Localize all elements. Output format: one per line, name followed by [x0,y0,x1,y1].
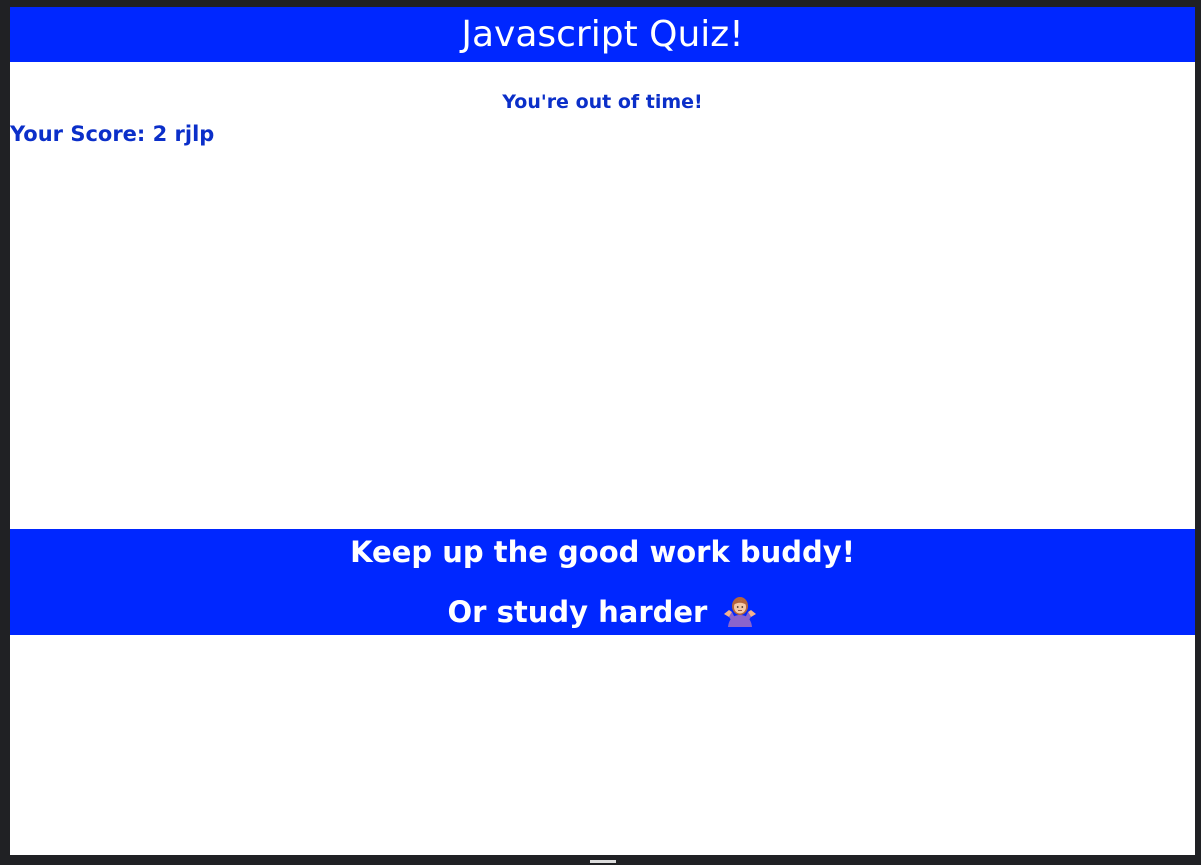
page-title: Javascript Quiz! [461,14,744,55]
quiz-footer: Keep up the good work buddy! Or study ha… [10,529,1195,635]
quiz-page: Javascript Quiz! You're out of time! You… [10,7,1195,855]
encouragement-text: Keep up the good work buddy! [350,535,855,569]
woman-shrugging-icon [724,597,757,627]
study-harder-line: Or study harder [10,595,1195,629]
resize-handle[interactable] [590,860,616,863]
study-harder-text: Or study harder [447,595,708,629]
timeout-message: You're out of time! [502,91,703,113]
quiz-header: Javascript Quiz! [10,7,1195,62]
score-display: Your Score: 2 rjlp [10,122,215,146]
